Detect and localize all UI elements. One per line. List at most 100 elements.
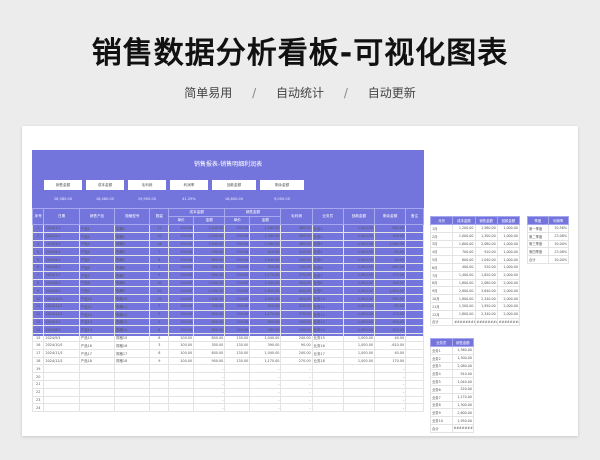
table-cell[interactable]: 5 <box>31 255 45 264</box>
table-cell[interactable]: 360.00 <box>280 224 313 233</box>
table-cell[interactable]: 1,820.00 <box>474 270 498 280</box>
table-cell[interactable]: 1,000.00 <box>342 325 376 335</box>
table-cell[interactable] <box>405 278 424 288</box>
table-cell[interactable] <box>405 325 424 335</box>
table-cell[interactable]: 40.00 <box>374 348 407 358</box>
table-cell[interactable]: 5月 <box>429 255 454 264</box>
table-cell[interactable]: 业务8 <box>430 400 453 410</box>
table-cell[interactable] <box>405 270 424 280</box>
table-cell[interactable]: 1,000.00 <box>193 278 226 288</box>
table-cell[interactable]: 1,000.00 <box>342 317 376 327</box>
table-cell[interactable]: 产品14 <box>78 325 116 335</box>
table-cell[interactable] <box>311 395 344 405</box>
table-cell[interactable]: 第二季度 <box>527 231 549 241</box>
table-cell[interactable]: - <box>249 395 282 405</box>
table-cell[interactable]: 业务8 <box>311 278 344 288</box>
table-cell[interactable]: 2,000.00 <box>496 278 521 288</box>
table-cell[interactable] <box>311 379 344 389</box>
table-cell[interactable]: 900.00 <box>193 356 226 366</box>
table-cell[interactable]: 业务9 <box>311 286 344 296</box>
table-cell[interactable]: - <box>193 403 226 413</box>
table-cell[interactable]: 100.00 <box>168 278 195 288</box>
table-cell[interactable] <box>168 372 195 381</box>
table-cell[interactable]: 130.00 <box>224 309 251 319</box>
table-cell[interactable]: 11 <box>31 301 45 311</box>
table-cell[interactable]: 1,950.00 <box>249 294 282 303</box>
table-cell[interactable]: 2024/4/1 <box>43 247 80 257</box>
table-cell[interactable] <box>405 340 424 350</box>
table-cell[interactable]: -350.00 <box>374 317 407 327</box>
table-cell[interactable]: 规格18 <box>114 356 151 366</box>
table-cell[interactable]: 9 <box>149 270 170 280</box>
table-cell[interactable]: 2 <box>31 231 45 241</box>
table-cell[interactable]: 130.00 <box>224 286 251 296</box>
table-cell[interactable]: 规格16 <box>114 340 151 350</box>
table-cell[interactable] <box>405 231 424 241</box>
table-cell[interactable]: 业务7 <box>311 270 344 280</box>
table-cell[interactable]: 产品1 <box>78 224 116 233</box>
table-cell[interactable]: ######## <box>452 317 476 327</box>
table-cell[interactable]: 100.00 <box>168 309 195 319</box>
table-cell[interactable]: 业务6 <box>311 262 344 272</box>
table-cell[interactable]: 规格11 <box>114 301 151 311</box>
table-cell[interactable]: 15 <box>31 333 45 342</box>
table-cell[interactable]: 13 <box>31 317 45 327</box>
table-cell[interactable]: 2024/9/1 <box>43 333 80 342</box>
table-cell[interactable] <box>78 379 116 389</box>
table-cell[interactable] <box>43 379 80 389</box>
table-cell[interactable]: 180.00 <box>280 325 313 335</box>
table-cell[interactable]: ######## <box>451 423 474 433</box>
table-cell[interactable]: 业务15 <box>311 333 344 342</box>
table-cell[interactable]: 1,560.00 <box>451 346 474 355</box>
table-cell[interactable]: 8 <box>149 333 170 342</box>
table-cell[interactable]: 1,170.00 <box>249 356 282 366</box>
table-cell[interactable]: 8 <box>149 255 170 264</box>
table-cell[interactable]: 产品4 <box>78 247 116 257</box>
table-cell[interactable]: 2,080.00 <box>474 239 498 249</box>
table-cell[interactable] <box>149 364 170 374</box>
table-cell[interactable]: 1,000.00 <box>452 231 476 241</box>
table-cell[interactable]: 8月 <box>429 278 454 288</box>
table-cell[interactable] <box>114 379 151 389</box>
table-cell[interactable]: 业务7 <box>430 392 453 402</box>
table-cell[interactable]: 2024/11/1 <box>43 348 80 358</box>
table-cell[interactable]: 130.00 <box>224 317 251 327</box>
table-cell[interactable]: 130.00 <box>224 278 251 288</box>
table-cell[interactable]: -220.00 <box>374 325 407 335</box>
table-cell[interactable] <box>311 372 344 381</box>
table-cell[interactable]: 30.00% <box>547 255 569 264</box>
table-cell[interactable]: 300.00 <box>374 278 407 288</box>
table-cell[interactable]: 1,600.00 <box>193 239 226 249</box>
table-cell[interactable]: 130.00 <box>224 262 251 272</box>
table-cell[interactable] <box>168 387 195 397</box>
table-cell[interactable]: 3,640.00 <box>474 286 498 296</box>
table-cell[interactable]: - <box>249 364 282 374</box>
table-cell[interactable]: - <box>193 379 226 389</box>
table-cell[interactable]: 7月 <box>429 270 454 280</box>
table-cell[interactable] <box>405 333 424 342</box>
table-cell[interactable]: - <box>249 403 282 413</box>
table-cell[interactable]: 1,040.00 <box>474 255 498 264</box>
table-cell[interactable]: 10 <box>31 294 45 303</box>
table-cell[interactable]: 业务10 <box>430 416 453 425</box>
table-cell[interactable]: 1,000.00 <box>496 231 521 241</box>
table-cell[interactable]: ######## <box>496 317 521 327</box>
table-cell[interactable]: 业务16 <box>311 340 344 350</box>
table-cell[interactable]: 1 <box>31 224 45 233</box>
table-cell[interactable] <box>342 364 376 374</box>
table-cell[interactable]: 270.00 <box>280 356 313 366</box>
table-cell[interactable]: 1,300.00 <box>249 231 282 241</box>
table-cell[interactable]: 1,170.00 <box>249 309 282 319</box>
table-cell[interactable]: 100.00 <box>168 333 195 342</box>
table-cell[interactable]: 2,000.00 <box>496 309 521 319</box>
table-cell[interactable]: - <box>249 387 282 397</box>
table-cell[interactable]: 30.00% <box>547 239 569 249</box>
table-cell[interactable]: 1,800.00 <box>452 294 476 303</box>
table-cell[interactable]: 40.00 <box>374 255 407 264</box>
table-cell[interactable]: 11月 <box>429 301 454 311</box>
table-cell[interactable] <box>149 372 170 381</box>
table-cell[interactable] <box>405 387 424 397</box>
table-cell[interactable]: 210.00 <box>280 301 313 311</box>
table-cell[interactable]: 130.00 <box>224 294 251 303</box>
table-cell[interactable] <box>224 379 251 389</box>
